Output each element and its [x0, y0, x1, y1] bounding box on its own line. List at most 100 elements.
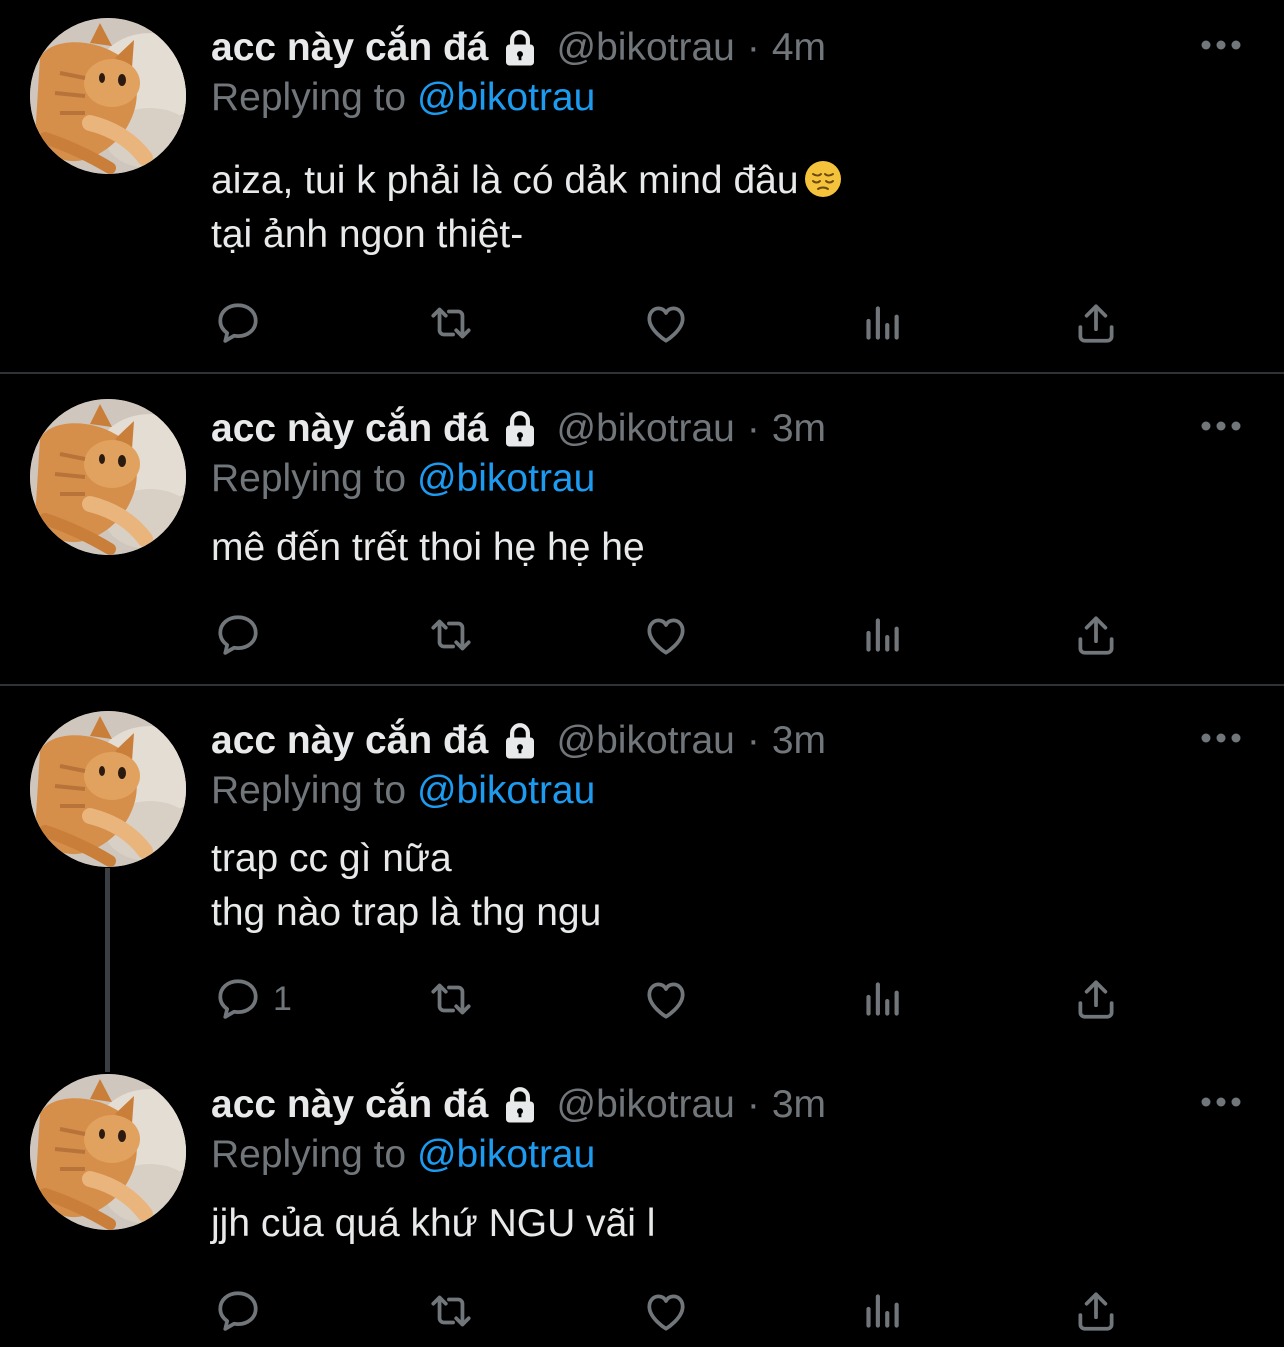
- avatar[interactable]: [30, 1074, 186, 1230]
- handle[interactable]: @bikotrau: [557, 26, 735, 70]
- tweet-line: thg nào trap là thg ngu: [211, 891, 602, 934]
- share-button[interactable]: [1071, 298, 1121, 348]
- action-bar: [211, 1286, 1131, 1336]
- retweet-icon: [426, 298, 476, 348]
- timestamp[interactable]: 3m: [772, 719, 826, 763]
- tweet[interactable]: acc này cắn đá @bikotrau · 3m Replying t…: [0, 1056, 1284, 1347]
- share-icon: [1071, 610, 1121, 660]
- more-icon[interactable]: [1200, 39, 1242, 51]
- retweet-button[interactable]: [426, 974, 476, 1024]
- retweet-icon: [426, 974, 476, 1024]
- reply-button[interactable]: [213, 298, 273, 348]
- share-icon: [1071, 974, 1121, 1024]
- share-button[interactable]: [1071, 1286, 1121, 1336]
- tweet-text: trap cc gì nữa thg nào trap là thg ngu: [211, 832, 601, 940]
- like-icon: [641, 974, 691, 1024]
- reply-icon: [213, 298, 263, 348]
- thread-connector: [105, 868, 110, 1072]
- like-icon: [641, 298, 691, 348]
- avatar[interactable]: [30, 399, 186, 555]
- action-bar: 1: [211, 974, 1131, 1024]
- separator: ·: [746, 407, 760, 450]
- tweet-line: mê đến trết thoi hẹ hẹ hẹ: [211, 526, 645, 569]
- reply-icon: [213, 1286, 263, 1336]
- like-button[interactable]: [641, 974, 691, 1024]
- share-icon: [1071, 298, 1121, 348]
- mention-link[interactable]: @bikotrau: [417, 457, 595, 500]
- display-name[interactable]: acc này cắn đá: [211, 1083, 489, 1127]
- replying-to: Replying to @bikotrau: [211, 1133, 595, 1177]
- more-icon[interactable]: [1200, 732, 1242, 744]
- reply-button[interactable]: [213, 1286, 273, 1336]
- retweet-button[interactable]: [426, 610, 476, 660]
- more-icon[interactable]: [1200, 1096, 1242, 1108]
- replying-prefix: Replying to: [211, 1133, 407, 1176]
- reply-count: 1: [273, 979, 292, 1018]
- views-button[interactable]: [856, 298, 906, 348]
- tweet-text: jjh của quá khứ NGU vãi l: [211, 1197, 655, 1251]
- action-bar: [211, 298, 1131, 348]
- views-icon: [856, 1286, 906, 1336]
- share-button[interactable]: [1071, 610, 1121, 660]
- lock-icon: [499, 719, 541, 763]
- separator: ·: [746, 26, 760, 69]
- timestamp[interactable]: 3m: [772, 1083, 826, 1127]
- mention-link[interactable]: @bikotrau: [417, 1133, 595, 1176]
- retweet-button[interactable]: [426, 298, 476, 348]
- tweet-line: tại ảnh ngon thiệt-: [211, 213, 524, 256]
- tweet[interactable]: acc này cắn đá @bikotrau · 3m Replying t…: [0, 686, 1284, 1056]
- avatar[interactable]: [30, 711, 186, 867]
- avatar[interactable]: [30, 18, 186, 174]
- views-button[interactable]: [856, 1286, 906, 1336]
- retweet-icon: [426, 1286, 476, 1336]
- tweet-text: mê đến trết thoi hẹ hẹ hẹ: [211, 521, 645, 575]
- like-button[interactable]: [641, 610, 691, 660]
- tweet-text: aiza, tui k phải là có dảk mind đâu tại …: [211, 154, 843, 262]
- views-icon: [856, 610, 906, 660]
- tweet-line: aiza, tui k phải là có dảk mind đâu: [211, 159, 799, 202]
- display-name[interactable]: acc này cắn đá: [211, 407, 489, 451]
- handle[interactable]: @bikotrau: [557, 719, 735, 763]
- display-name[interactable]: acc này cắn đá: [211, 26, 489, 70]
- like-button[interactable]: [641, 298, 691, 348]
- separator: ·: [746, 719, 760, 762]
- share-button[interactable]: [1071, 974, 1121, 1024]
- like-button[interactable]: [641, 1286, 691, 1336]
- handle[interactable]: @bikotrau: [557, 407, 735, 451]
- lock-icon: [499, 1083, 541, 1127]
- retweet-icon: [426, 610, 476, 660]
- reply-button[interactable]: 1: [213, 974, 292, 1024]
- replying-to: Replying to @bikotrau: [211, 769, 595, 813]
- reply-icon: [213, 610, 263, 660]
- reply-icon: [213, 974, 263, 1024]
- separator: ·: [746, 1083, 760, 1126]
- retweet-button[interactable]: [426, 1286, 476, 1336]
- like-icon: [641, 610, 691, 660]
- tweet[interactable]: acc này cắn đá @bikotrau · 3m Replying t…: [0, 374, 1284, 684]
- action-bar: [211, 610, 1131, 660]
- mention-link[interactable]: @bikotrau: [417, 769, 595, 812]
- timestamp[interactable]: 4m: [772, 26, 826, 70]
- tweet[interactable]: acc này cắn đá @bikotrau · 4m Replying t…: [0, 0, 1284, 372]
- tweet-line: trap cc gì nữa: [211, 837, 452, 880]
- views-icon: [856, 974, 906, 1024]
- replying-prefix: Replying to: [211, 769, 407, 812]
- like-icon: [641, 1286, 691, 1336]
- timestamp[interactable]: 3m: [772, 407, 826, 451]
- reply-button[interactable]: [213, 610, 273, 660]
- views-button[interactable]: [856, 974, 906, 1024]
- replying-to: Replying to @bikotrau: [211, 457, 595, 501]
- more-icon[interactable]: [1200, 420, 1242, 432]
- replying-to: Replying to @bikotrau: [211, 76, 595, 120]
- lock-icon: [499, 407, 541, 451]
- lock-icon: [499, 26, 541, 70]
- handle[interactable]: @bikotrau: [557, 1083, 735, 1127]
- replying-prefix: Replying to: [211, 457, 407, 500]
- display-name[interactable]: acc này cắn đá: [211, 719, 489, 763]
- tweet-line: jjh của quá khứ NGU vãi l: [211, 1202, 656, 1245]
- views-button[interactable]: [856, 610, 906, 660]
- views-icon: [856, 298, 906, 348]
- replying-prefix: Replying to: [211, 76, 407, 119]
- mention-link[interactable]: @bikotrau: [417, 76, 595, 119]
- pensive-face-icon: [803, 159, 843, 199]
